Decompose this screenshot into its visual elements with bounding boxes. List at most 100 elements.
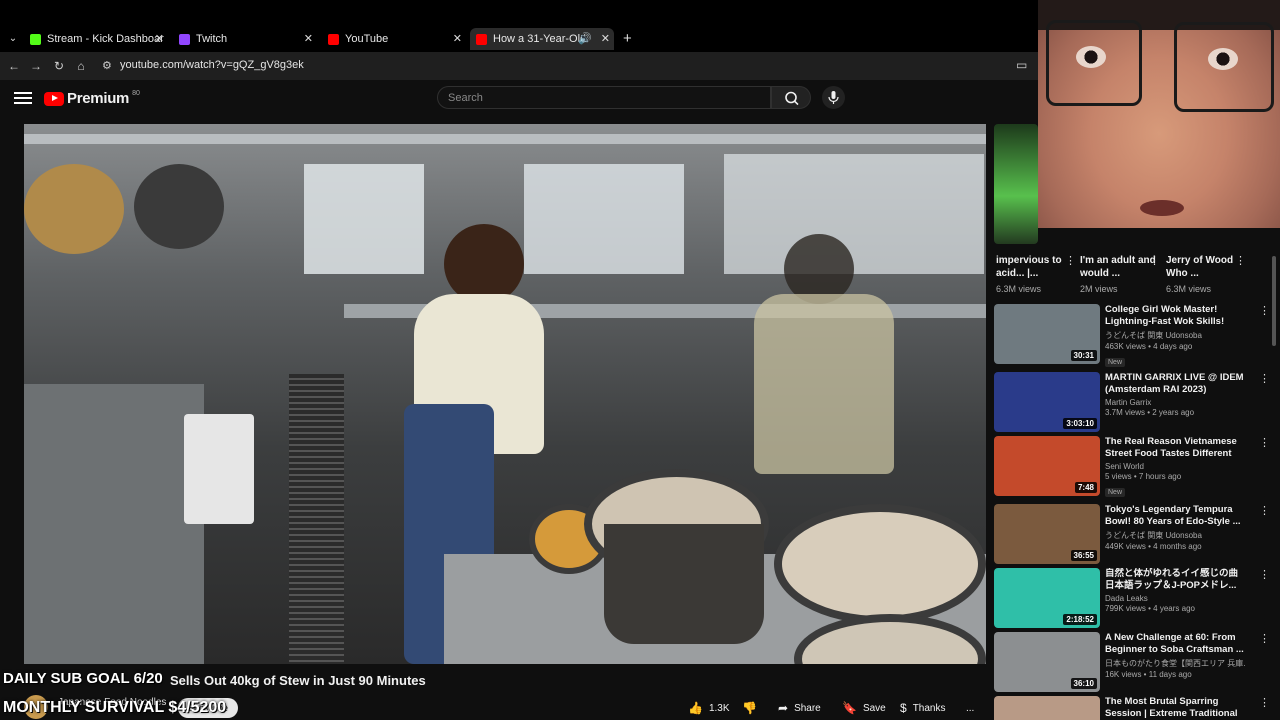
thumbs-up-icon: 👍 [688,701,703,715]
recommended-title: A New Challenge at 60: From Beginner to … [1105,632,1244,655]
kebab-menu-icon[interactable]: ⋮ [1149,254,1160,267]
video-thumbnail[interactable]: 7:48 [994,436,1100,496]
video-player[interactable] [24,124,986,664]
video-thumbnail[interactable]: 36:55 [994,504,1100,564]
recommended-title: Tokyo's Legendary Tempura Bowl! 80 Years… [1105,504,1241,527]
recommended-video[interactable]: 30:31 College Girl Wok Master! Lightning… [994,304,1270,367]
new-tab-button[interactable]: + [623,30,632,47]
url-field[interactable]: youtube.com/watch?v=gQZ_gV8g3ek [120,59,304,71]
speaker-icon[interactable]: 🔊 [578,32,592,45]
short-title: impervious to acid... |... [996,255,1062,279]
short-title: Jerry of Wood Who ... [1166,255,1234,279]
like-button[interactable]: 👍 1.3K [688,697,730,719]
hamburger-menu-icon[interactable] [14,89,32,107]
duration-badge: 7:48 [1074,482,1097,493]
short-title: I'm an adult and would ... [1080,255,1156,279]
tab-title: How a 31-Year-Old Owner [493,33,585,45]
share-button[interactable]: ➦ Share [778,697,821,719]
kebab-menu-icon[interactable]: ⋮ [1259,436,1270,449]
thanks-label: Thanks [912,702,946,714]
dislike-button[interactable]: 👎 [742,697,763,719]
duration-badge: 36:10 [1070,678,1097,689]
short-item[interactable]: I'm an adult and would ... 2M views ⋮ [1080,254,1160,294]
recommended-views: 3.7M views • 2 years ago [1105,408,1195,417]
video-thumbnail[interactable]: 2:18:52 [994,568,1100,628]
recommended-title: 自然と体がゆれるイイ感じの曲 日本語ラップ＆J-POPメドレ... [1105,568,1239,591]
kebab-menu-icon[interactable]: ⋮ [1259,632,1270,645]
recommended-views: 449K views • 4 months ago [1105,542,1202,551]
tab-search-icon[interactable]: ⌄ [6,32,20,46]
like-count: 1.3K [708,702,730,714]
monthly-survival-overlay: MONTHLY SURVIVAL $4/5200 [3,699,227,716]
search-button[interactable] [771,86,811,109]
hanging-pot [24,164,124,254]
recommended-video[interactable]: The Most Brutal Sparring Session | Extre… [994,696,1270,720]
search-input[interactable] [438,87,770,108]
new-badge: New [1105,358,1126,367]
kebab-menu-icon[interactable]: ⋮ [1259,304,1270,317]
video-thumbnail[interactable] [994,696,1100,720]
home-icon[interactable]: ⌂ [73,58,89,74]
trash-bin [184,414,254,524]
close-tab-icon[interactable]: ✕ [304,32,313,45]
close-tab-icon[interactable]: ✕ [155,32,164,45]
tab-title: YouTube [345,33,389,45]
kebab-menu-icon[interactable]: ⋮ [1259,372,1270,385]
streamer-webcam [1038,0,1280,243]
reload-icon[interactable]: ↻ [51,58,67,74]
save-button[interactable]: 🔖 Save [842,697,886,719]
voice-search-button[interactable] [822,86,845,109]
kebab-menu-icon[interactable]: ⋮ [1259,696,1270,709]
recommended-video[interactable]: 2:18:52 自然と体がゆれるイイ感じの曲 日本語ラップ＆J-POPメドレ..… [994,568,1270,630]
kebab-menu-icon[interactable]: ⋮ [1259,504,1270,517]
bookmark-icon: 🔖 [842,701,857,715]
thanks-button[interactable]: $ Thanks [900,697,945,719]
sink-counter [24,384,204,664]
recommended-video[interactable]: 36:10 A New Challenge at 60: From Beginn… [994,632,1270,694]
install-app-icon[interactable]: ▭ [1016,58,1027,72]
new-badge: New [1105,488,1126,497]
browser-tab-twitch[interactable]: Twitch ✕ [179,28,313,50]
video-thumbnail[interactable]: 3:03:10 [994,372,1100,432]
large-pot-body [604,524,764,644]
super-thanks-icon: $ [900,701,907,715]
logo-country-badge: 80 [132,90,140,97]
short-views: 6.3M views [1166,284,1212,294]
back-icon[interactable]: ← [6,58,22,74]
video-thumbnail[interactable]: 36:10 [994,632,1100,692]
search-box [437,86,771,109]
shorts-thumbnail[interactable] [994,124,1038,244]
save-label: Save [862,702,886,714]
site-info-icon[interactable]: ⚙ [102,59,112,72]
recommended-video[interactable]: 36:55 Tokyo's Legendary Tempura Bowl! 80… [994,504,1270,566]
short-item[interactable]: Jerry of Wood Who ... 6.3M views ⋮ [1166,254,1246,294]
sidebar-scrollbar[interactable] [1272,256,1276,346]
video-thumbnail[interactable]: 30:31 [994,304,1100,364]
recommended-video[interactable]: 3:03:10 MARTIN GARRIX LIVE @ IDEM (Amste… [994,372,1270,434]
browser-tab-kick[interactable]: Stream - Kick Dashboard ✕ [30,28,164,50]
duration-badge: 2:18:52 [1063,614,1097,625]
recommended-video[interactable]: 7:48 The Real Reason Vietnamese Street F… [994,436,1270,498]
kebab-menu-icon[interactable]: ⋮ [1235,254,1246,267]
short-item[interactable]: impervious to acid... |... 6.3M views ⋮ [996,254,1076,294]
browser-tab-active-video[interactable]: How a 31-Year-Old Owner 🔊 ✕ [470,28,614,50]
mouth [1140,200,1184,216]
tab-title: Twitch [196,33,228,45]
youtube-icon [476,33,487,45]
recommended-channel: 日本ものがたり食堂【関西エリア 兵庫... [1105,659,1245,668]
close-tab-icon[interactable]: ✕ [601,32,610,45]
browser-tab-youtube[interactable]: YouTube ✕ [328,28,462,50]
close-tab-icon[interactable]: ✕ [453,32,462,45]
kebab-menu-icon[interactable]: ⋮ [1259,568,1270,581]
recommended-views: 16K views • 11 days ago [1105,670,1192,679]
kick-icon [30,33,41,45]
more-icon: ... [966,702,975,714]
kebab-menu-icon[interactable]: ⋮ [1065,254,1076,267]
kitchen-shelf [24,134,986,144]
share-icon: ➦ [778,701,789,715]
youtube-logo[interactable]: Premium 80 [44,90,140,107]
more-actions-button[interactable]: ... [966,697,974,719]
logo-text: Premium [67,90,130,107]
large-pot-lid [774,504,986,624]
forward-icon[interactable]: → [28,58,44,74]
